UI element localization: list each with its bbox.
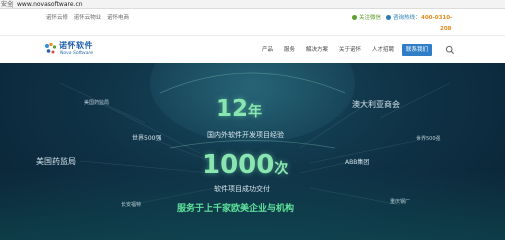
logo-text-en: Nova Software	[60, 51, 93, 56]
wechat-label: 关注微信	[359, 15, 382, 21]
site-logo[interactable]: 诺怀软件 Nova Software	[44, 40, 104, 60]
logo-mark-icon	[45, 42, 57, 54]
hero-banner: 12年 国内外软件开发项目经验 1000次 软件项目成功交付 服务于上千家欧美企…	[0, 63, 505, 240]
phone-icon	[386, 14, 391, 20]
client-fda-small: 美国药监局	[84, 100, 110, 106]
stat-projects: 1000次	[202, 152, 288, 178]
hero-slogan: 服务于上千家欧美企业与机构	[177, 204, 295, 214]
client-australia-chamber: 澳大利亚商会	[352, 100, 400, 109]
client-fortune500-left: 世界500强	[132, 135, 162, 142]
nav-solutions[interactable]: 解决方案	[306, 46, 328, 54]
stat-years-caption: 国内外软件开发项目经验	[207, 131, 284, 139]
stat-projects-value: 1000	[202, 150, 275, 180]
hotline-number: 400-0310-	[421, 15, 453, 21]
hotline-label: 咨询热线：	[386, 14, 421, 22]
browser-address-bar[interactable]: 安全 www.novasoftware.cn	[0, 0, 505, 9]
main-navbar: 诺怀软件 Nova Software 产品 服务 解决方案 关于诺怀 人才招聘 …	[0, 36, 505, 63]
hotline-number-tail: 208	[440, 26, 452, 32]
nav-careers[interactable]: 人才招聘	[372, 46, 394, 54]
logo-text-cn: 诺怀软件	[59, 41, 93, 50]
client-abb: ABB集团	[345, 159, 370, 166]
top-utility-bar: 诺怀云修 诺怀云物业 诺怀电商 关注微信 咨询热线： 400-0310- 208	[0, 9, 505, 36]
wechat-icon	[352, 14, 357, 20]
stat-years-unit: 年	[248, 104, 263, 120]
stat-years: 12年	[216, 98, 262, 121]
stat-projects-caption: 软件项目成功交付	[214, 185, 270, 193]
nav-services[interactable]: 服务	[284, 46, 295, 54]
top-link-ecommerce[interactable]: 诺怀电商	[107, 15, 129, 21]
nav-about[interactable]: 关于诺怀	[339, 46, 361, 54]
client-changan-ford: 长安福特	[121, 202, 142, 208]
top-link-cloud-property[interactable]: 诺怀云物业	[74, 15, 102, 21]
stat-projects-unit: 次	[274, 161, 289, 177]
follow-wechat-link[interactable]: 关注微信	[352, 14, 381, 22]
url-text[interactable]: www.novasoftware.cn	[17, 0, 83, 9]
nav-products[interactable]: 产品	[262, 46, 273, 54]
search-icon[interactable]	[445, 45, 455, 55]
client-chongqing-steel: 重庆钢厂	[390, 199, 411, 205]
client-fda-large: 美国药监局	[36, 157, 76, 166]
stat-years-value: 12	[216, 96, 249, 122]
top-link-cloud-repair[interactable]: 诺怀云修	[46, 15, 68, 21]
client-fortune500-right: 世界500强	[416, 136, 441, 142]
nav-contact[interactable]: 联系我们	[402, 44, 433, 56]
divider	[12, 1, 13, 8]
hotline-label-text: 咨询热线：	[393, 15, 421, 21]
top-links: 诺怀云修 诺怀云物业 诺怀电商	[46, 14, 133, 22]
